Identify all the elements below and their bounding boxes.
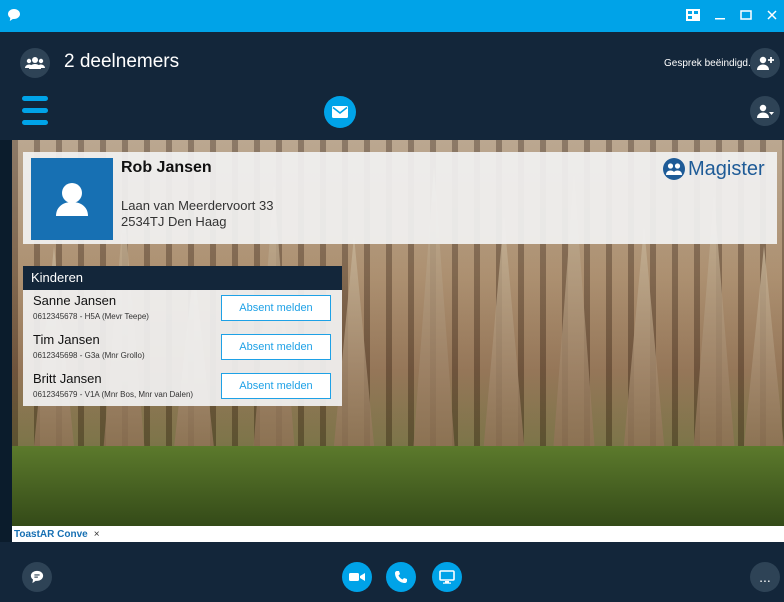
absent-report-button[interactable]: Absent melden: [221, 334, 331, 360]
kids-panel-title: Kinderen: [31, 270, 84, 285]
kid-name: Britt Jansen: [33, 371, 102, 386]
maximize-icon[interactable]: [740, 9, 752, 23]
share-screen-button[interactable]: [432, 562, 462, 592]
close-icon[interactable]: [766, 9, 778, 23]
tab-conversation[interactable]: ToastAR Conve ×: [14, 527, 100, 541]
video-button[interactable]: [342, 562, 372, 592]
address-city: 2534TJ Den Haag: [121, 214, 227, 229]
monitor-icon: [439, 570, 455, 584]
kids-list: Sanne Jansen 0612345678 - H5A (Mevr Teep…: [23, 290, 342, 406]
call-button[interactable]: [386, 562, 416, 592]
envelope-icon: [332, 106, 348, 118]
list-item: Sanne Jansen 0612345678 - H5A (Mevr Teep…: [23, 290, 342, 328]
kid-name: Tim Jansen: [33, 332, 100, 347]
kid-detail: 0612345678 - H5A (Mevr Teepe): [33, 312, 149, 321]
close-tab-icon[interactable]: ×: [94, 529, 100, 540]
more-options-button[interactable]: ...: [750, 562, 780, 592]
contact-name: Rob Jansen: [121, 159, 212, 176]
compact-view-icon[interactable]: [686, 9, 700, 23]
conversation-tab-bar: [12, 526, 784, 542]
call-status-text: Gesprek beëindigd.: [664, 58, 751, 69]
person-options-button[interactable]: [750, 96, 780, 126]
add-participant-button[interactable]: [750, 48, 780, 78]
absent-report-button[interactable]: Absent melden: [221, 373, 331, 399]
call-header: [0, 32, 784, 140]
window-controls: [686, 0, 784, 32]
kid-detail: 0612345679 - V1A (Mnr Bos, Mnr van Dalen…: [33, 390, 194, 399]
kid-detail: 0612345698 - G3a (Mnr Grollo): [33, 351, 145, 360]
hamburger-menu-icon[interactable]: [22, 96, 48, 128]
list-item: Britt Jansen 0612345679 - V1A (Mnr Bos, …: [23, 368, 342, 406]
title-bar: [0, 0, 784, 32]
phone-icon: [395, 571, 407, 583]
address-street: Laan van Meerdervoort 33: [121, 198, 274, 213]
magister-logo-icon: [663, 158, 685, 180]
person-dropdown-icon: [757, 104, 774, 118]
chat-button[interactable]: [22, 562, 52, 592]
absent-report-button[interactable]: Absent melden: [221, 295, 331, 321]
minimize-icon[interactable]: [714, 9, 726, 23]
list-item: Tim Jansen 0612345698 - G3a (Mnr Grollo)…: [23, 329, 342, 367]
add-person-icon: [757, 56, 774, 70]
kid-name: Sanne Jansen: [33, 293, 117, 308]
message-button[interactable]: [324, 96, 356, 128]
chat-bubble-icon: [30, 570, 44, 584]
people-group-icon: [25, 57, 45, 69]
person-silhouette-icon: [56, 183, 88, 216]
brand-logo: Magister: [662, 157, 765, 181]
avatar: [31, 158, 113, 240]
app-chat-icon: [6, 7, 22, 23]
brand-name: Magister: [688, 157, 765, 180]
video-camera-icon: [349, 573, 365, 581]
tab-label: ToastAR Conve: [14, 528, 88, 540]
participants-title: 2 deelnemers: [64, 51, 180, 72]
participants-button[interactable]: [20, 48, 50, 78]
